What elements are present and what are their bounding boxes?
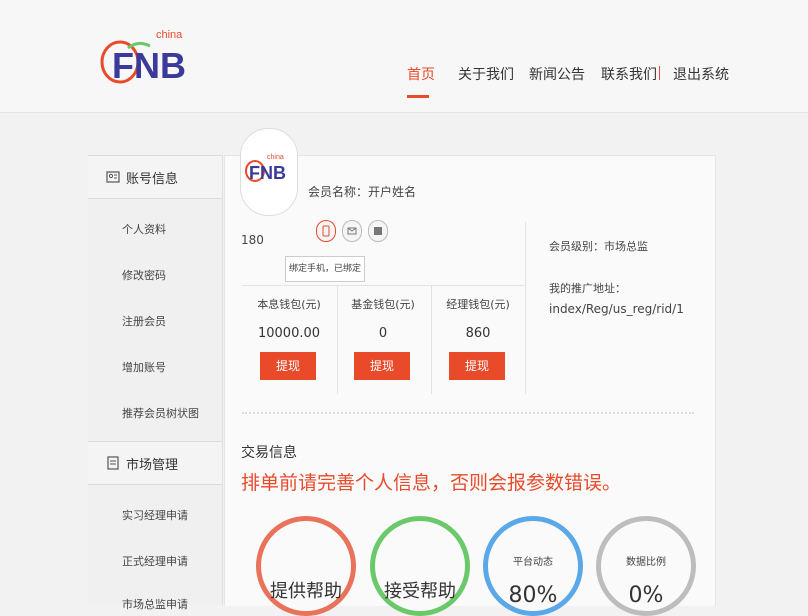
wallet-value: 860 bbox=[465, 326, 491, 341]
nav-separator bbox=[659, 66, 660, 80]
platform-stats: 平台动态 80% bbox=[483, 516, 583, 616]
header: china FNB 首页 关于我们 新闻公告 联系我们 退出系统 bbox=[0, 0, 808, 113]
nav-active-indicator bbox=[407, 95, 429, 98]
wallet-label: 经理钱包(元) bbox=[446, 298, 510, 311]
data-ratio: 数据比例 0% bbox=[596, 516, 696, 616]
nav-home[interactable]: 首页 bbox=[407, 64, 435, 84]
nav-news[interactable]: 新闻公告 bbox=[529, 64, 585, 84]
wallet-value: 0 bbox=[378, 326, 388, 341]
email-icon[interactable] bbox=[342, 220, 362, 242]
wallet-label: 基金钱包(元) bbox=[351, 298, 415, 311]
trade-warning: 排单前请完善个人信息，否则会报参数错误。 bbox=[241, 472, 622, 494]
sidebar-item-profile[interactable]: 个人资料 bbox=[122, 221, 166, 237]
user-card-icon bbox=[106, 171, 120, 183]
withdraw-button[interactable]: 提现 bbox=[354, 352, 410, 380]
bind-tooltip: 绑定手机，已绑定 bbox=[285, 256, 365, 282]
sidebar-section-title: 账号信息 bbox=[126, 172, 179, 187]
member-id: 180 bbox=[241, 233, 264, 247]
sidebar-section-market[interactable]: 市场管理 bbox=[88, 441, 222, 485]
sidebar-item-register[interactable]: 注册会员 bbox=[122, 313, 166, 329]
wallet-label: 本息钱包(元) bbox=[257, 298, 321, 311]
sidebar-item-intern-manager[interactable]: 实习经理申请 bbox=[122, 507, 188, 523]
svg-text:china: china bbox=[156, 29, 183, 41]
circle-title: 接受帮助 bbox=[384, 581, 456, 602]
nav-logout[interactable]: 退出系统 bbox=[673, 64, 729, 84]
document-icon bbox=[107, 456, 119, 470]
nav-about[interactable]: 关于我们 bbox=[458, 64, 514, 84]
sidebar-item-manager[interactable]: 正式经理申请 bbox=[122, 553, 188, 569]
wallet-principal: 本息钱包(元) 10000.00 提现 bbox=[241, 286, 337, 394]
sidebar-item-password[interactable]: 修改密码 bbox=[122, 267, 166, 283]
member-level: 会员级别：市场总监 bbox=[549, 240, 648, 253]
provide-help-button[interactable]: 提供帮助 bbox=[256, 516, 356, 616]
section-divider bbox=[242, 412, 694, 414]
sidebar-item-tree[interactable]: 推荐会员树状图 bbox=[122, 405, 199, 421]
accept-help-button[interactable]: 接受帮助 bbox=[370, 516, 470, 616]
circle-value: 0% bbox=[628, 583, 664, 608]
withdraw-button[interactable]: 提现 bbox=[449, 352, 505, 380]
avatar: china FNB bbox=[240, 128, 298, 216]
divider bbox=[525, 222, 526, 394]
sidebar: 账号信息 个人资料 修改密码 注册会员 增加账号 推荐会员树状图 市场管理 实习… bbox=[88, 155, 223, 611]
member-name: 会员名称：开户姓名 bbox=[308, 185, 417, 199]
wallet-value: 10000.00 bbox=[257, 326, 321, 341]
circle-label: 数据比例 bbox=[626, 557, 666, 568]
phone-icon[interactable] bbox=[316, 220, 336, 242]
main-nav: 首页 关于我们 新闻公告 联系我们 退出系统 bbox=[0, 62, 808, 92]
circle-title: 提供帮助 bbox=[270, 581, 342, 602]
promo-url[interactable]: index/Reg/us_reg/rid/1 bbox=[549, 302, 684, 316]
trade-title: 交易信息 bbox=[241, 445, 297, 461]
circle-value: 80% bbox=[508, 583, 558, 608]
avatar-logo: china FNB bbox=[245, 154, 286, 183]
card-icon[interactable] bbox=[368, 220, 388, 242]
sidebar-item-director[interactable]: 市场总监申请 bbox=[122, 596, 188, 612]
sidebar-item-add-account[interactable]: 增加账号 bbox=[122, 359, 166, 375]
withdraw-button[interactable]: 提现 bbox=[260, 352, 316, 380]
wallet-fund: 基金钱包(元) 0 提现 bbox=[335, 286, 431, 394]
nav-contact[interactable]: 联系我们 bbox=[601, 64, 657, 84]
promo-label: 我的推广地址： bbox=[549, 282, 626, 295]
svg-text:FNB: FNB bbox=[249, 163, 286, 183]
sidebar-section-account[interactable]: 账号信息 bbox=[88, 155, 222, 199]
svg-text:china: china bbox=[267, 154, 284, 161]
sidebar-section-title: 市场管理 bbox=[126, 458, 179, 473]
circle-label: 平台动态 bbox=[513, 557, 553, 568]
wallet-manager: 经理钱包(元) 860 提现 bbox=[430, 286, 526, 394]
